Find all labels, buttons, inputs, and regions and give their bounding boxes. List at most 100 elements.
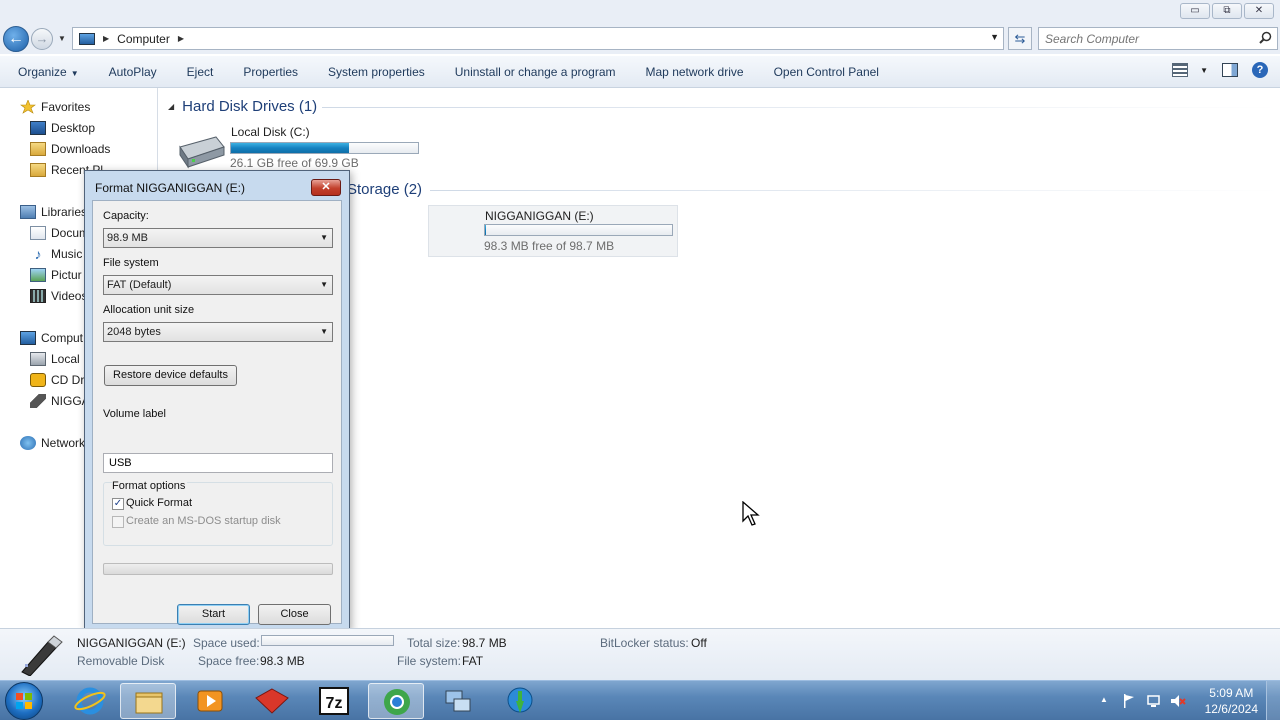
nav-music[interactable]: ♪ Music xyxy=(30,245,83,263)
start-button[interactable] xyxy=(5,682,43,720)
minimize-button[interactable]: ▭ xyxy=(1180,3,1210,19)
nav-downloads[interactable]: Downloads xyxy=(30,140,110,158)
start-button[interactable]: Start xyxy=(177,604,250,625)
change-view-button[interactable]: ▼ xyxy=(1172,63,1208,77)
close-window-button[interactable]: ✕ xyxy=(1244,3,1274,19)
uninstall-program-button[interactable]: Uninstall or change a program xyxy=(440,65,631,79)
nav-local-disk[interactable]: Local xyxy=(30,350,80,368)
internet-explorer-icon xyxy=(74,687,106,715)
back-button[interactable]: ← xyxy=(3,26,29,52)
taskbar-windows-explorer[interactable] xyxy=(120,683,176,719)
drive-e-name: NIGGANIGGAN (E:) xyxy=(485,209,594,223)
address-dropdown-icon[interactable]: ▼ xyxy=(990,32,999,42)
show-hidden-icons-button[interactable]: ▲ xyxy=(1100,695,1108,704)
group-hard-disk-drives[interactable]: ◢ Hard Disk Drives (1) xyxy=(168,98,317,115)
file-system-value: FAT (Default) xyxy=(107,279,172,291)
taskbar-7zip[interactable]: 7z xyxy=(306,683,362,719)
nav-network[interactable]: Network xyxy=(20,434,85,452)
help-icon[interactable]: ? xyxy=(1252,62,1268,78)
drive-e-tile[interactable]: NIGGANIGGAN (E:) 98.3 MB free of 98.7 MB xyxy=(428,205,678,257)
capacity-value: 98.9 MB xyxy=(107,232,148,244)
taskbar-clock[interactable]: 5:09 AM 12/6/2024 xyxy=(1205,685,1258,717)
recent-places-icon xyxy=(30,163,46,177)
dialog-title: Format NIGGANIGGAN (E:) xyxy=(95,181,246,195)
nav-cd-drive[interactable]: CD Dr xyxy=(30,371,84,389)
computer-icon xyxy=(20,331,36,345)
chevron-right-icon[interactable]: ▶ xyxy=(103,34,109,43)
system-properties-button[interactable]: System properties xyxy=(313,65,440,79)
format-dialog: Format NIGGANIGGAN (E:) ✕ Capacity: 98.9… xyxy=(84,170,350,631)
downloads-folder-icon xyxy=(30,142,46,156)
nav-documents[interactable]: Docum xyxy=(30,224,89,242)
nav-computer[interactable]: Comput xyxy=(20,329,83,347)
taskbar-media-player[interactable] xyxy=(182,683,238,719)
quick-format-label[interactable]: Quick Format xyxy=(126,497,192,509)
format-progress-bar xyxy=(103,563,333,575)
nav-usb-drive[interactable]: NIGGA xyxy=(30,392,90,410)
group-removable-storage[interactable]: Storage (2) xyxy=(347,181,422,198)
search-box[interactable] xyxy=(1038,27,1278,50)
search-input[interactable] xyxy=(1039,28,1249,49)
recent-pages-dropdown[interactable]: ▼ xyxy=(58,34,66,43)
show-desktop-button[interactable] xyxy=(1266,681,1280,720)
format-options-label: Format options xyxy=(112,480,188,492)
capacity-select[interactable]: 98.9 MB ▼ xyxy=(103,228,333,248)
msdos-startup-label[interactable]: Create an MS-DOS startup disk xyxy=(126,515,281,527)
hard-drive-icon xyxy=(179,136,225,169)
group-divider xyxy=(322,107,1280,108)
breadcrumb-computer[interactable]: Computer xyxy=(117,32,170,46)
volume-label-input[interactable] xyxy=(103,453,333,473)
usb-drive-icon xyxy=(21,635,63,676)
address-bar[interactable]: ▶ Computer ▶ ▼ xyxy=(72,27,1004,50)
videos-icon xyxy=(30,289,46,303)
restore-defaults-button[interactable]: Restore device defaults xyxy=(104,365,237,386)
nav-libraries[interactable]: Libraries xyxy=(20,203,87,221)
nav-pictures[interactable]: Pictur xyxy=(30,266,82,284)
forward-button[interactable]: → xyxy=(31,28,53,50)
command-bar: Organize ▼ AutoPlay Eject Properties Syst… xyxy=(0,56,1280,88)
taskbar-chrome[interactable] xyxy=(368,683,424,719)
cd-drive-icon xyxy=(30,373,46,387)
quick-format-checkbox[interactable]: ✓ xyxy=(112,498,124,510)
volume-muted-icon[interactable] xyxy=(1170,693,1186,709)
taskbar-app-red[interactable] xyxy=(244,683,300,719)
file-system-details-label: File system: xyxy=(397,654,462,668)
documents-icon xyxy=(30,226,46,240)
drive-e-free-space: 98.3 MB free of 98.7 MB xyxy=(484,239,615,253)
close-button[interactable]: Close xyxy=(258,604,331,625)
usb-drive-icon xyxy=(30,394,46,408)
autoplay-button[interactable]: AutoPlay xyxy=(94,65,172,79)
nav-favorites[interactable]: Favorites xyxy=(20,98,90,116)
views-icon xyxy=(1172,63,1189,77)
msdos-startup-checkbox[interactable] xyxy=(112,516,124,528)
network-status-icon[interactable] xyxy=(1146,693,1162,709)
nav-desktop-label: Desktop xyxy=(51,121,96,135)
properties-button[interactable]: Properties xyxy=(228,65,313,79)
taskbar-download-manager[interactable] xyxy=(492,683,548,719)
group-hdd-label: Hard Disk Drives (1) xyxy=(182,98,318,115)
preview-pane-icon[interactable] xyxy=(1222,63,1238,77)
taskbar-network-app[interactable] xyxy=(430,683,486,719)
action-center-flag-icon[interactable] xyxy=(1122,693,1136,709)
chevron-down-icon: ▼ xyxy=(320,280,328,289)
nav-videos[interactable]: Videos xyxy=(30,287,87,305)
details-drive-type: Removable Disk xyxy=(77,654,165,668)
drive-c-name[interactable]: Local Disk (C:) xyxy=(231,125,310,139)
file-system-select[interactable]: FAT (Default) ▼ xyxy=(103,275,333,295)
chevron-down-icon: ▼ xyxy=(1200,65,1208,75)
organize-button[interactable]: Organize ▼ xyxy=(0,65,94,79)
search-icon[interactable] xyxy=(1259,31,1272,44)
chevron-right-icon[interactable]: ▶ xyxy=(178,34,184,43)
dialog-close-button[interactable]: ✕ xyxy=(311,179,341,196)
group-removable-label: Storage (2) xyxy=(347,181,423,198)
maximize-button[interactable]: ⧉ xyxy=(1212,3,1242,19)
taskbar-internet-explorer[interactable] xyxy=(62,683,118,719)
refresh-button[interactable]: ⇆ xyxy=(1008,27,1032,50)
eject-button[interactable]: Eject xyxy=(172,65,229,79)
chevron-down-icon: ▼ xyxy=(320,327,328,336)
map-network-drive-button[interactable]: Map network drive xyxy=(631,65,759,79)
nav-desktop[interactable]: Desktop xyxy=(30,119,95,137)
nav-videos-label: Videos xyxy=(51,289,88,303)
allocation-unit-select[interactable]: 2048 bytes ▼ xyxy=(103,322,333,342)
open-control-panel-button[interactable]: Open Control Panel xyxy=(759,65,894,79)
